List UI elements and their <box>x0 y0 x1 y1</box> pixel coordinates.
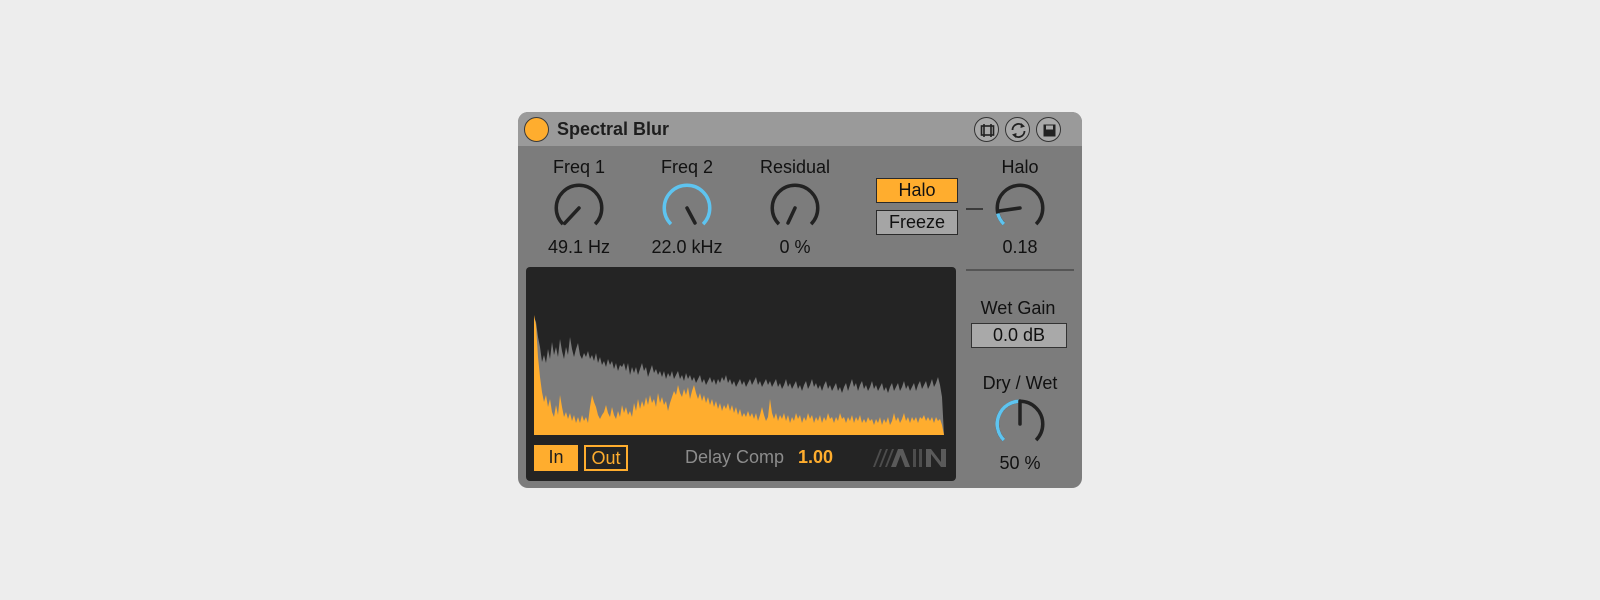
halo-value: 0.18 <box>1002 237 1038 257</box>
wet-gain-field[interactable]: 0.0 dB <box>971 323 1067 348</box>
freq1-knob[interactable] <box>551 180 607 236</box>
refresh-icon[interactable] <box>1005 117 1030 142</box>
freq1-value: 49.1 Hz <box>547 237 611 257</box>
spectral-blur-device: Spectral Blur Freq 1 49.1 Hz Freq 2 22.0… <box>518 112 1082 488</box>
wet-gain-label: Wet Gain <box>980 298 1056 318</box>
freq2-value: 22.0 kHz <box>651 237 723 257</box>
residual-control: Residual 0 % <box>740 156 850 258</box>
brand-logo <box>873 449 946 467</box>
freq2-knob[interactable] <box>659 180 715 236</box>
residual-knob[interactable] <box>767 180 823 236</box>
freeze-toggle-button[interactable]: Freeze <box>876 210 958 235</box>
hot-swap-icon[interactable] <box>974 117 999 142</box>
delay-comp-label: Delay Comp <box>685 447 785 467</box>
halo-knob[interactable] <box>992 180 1048 236</box>
save-icon[interactable] <box>1036 117 1061 142</box>
in-spectrum-toggle[interactable]: In <box>534 445 578 471</box>
spectrum-display: In Out Delay Comp 1.00 <box>526 267 956 481</box>
drywet-label: Dry / Wet <box>982 373 1058 393</box>
drywet-knob[interactable] <box>992 396 1048 452</box>
out-spectrum-toggle[interactable]: Out <box>584 445 628 471</box>
freq2-control: Freq 2 22.0 kHz <box>632 156 742 258</box>
device-title: Spectral Blur <box>557 119 670 139</box>
device-title-bar: Spectral Blur <box>518 112 1082 146</box>
drywet-value: 50 % <box>999 453 1041 473</box>
halo-control: Halo 0.18 <box>965 156 1075 258</box>
residual-label: Residual <box>759 157 831 177</box>
freq1-control: Freq 1 49.1 Hz <box>524 156 634 258</box>
drywet-control: Dry / Wet 50 % <box>965 372 1075 474</box>
device-power-button[interactable] <box>524 117 549 142</box>
freq2-label: Freq 2 <box>660 157 714 177</box>
halo-label: Halo <box>1001 157 1039 177</box>
right-panel-divider <box>966 269 1074 271</box>
residual-value: 0 % <box>779 237 811 257</box>
halo-toggle-button[interactable]: Halo <box>876 178 958 203</box>
freq1-label: Freq 1 <box>552 157 606 177</box>
delay-comp-value[interactable]: 1.00 <box>798 447 833 468</box>
